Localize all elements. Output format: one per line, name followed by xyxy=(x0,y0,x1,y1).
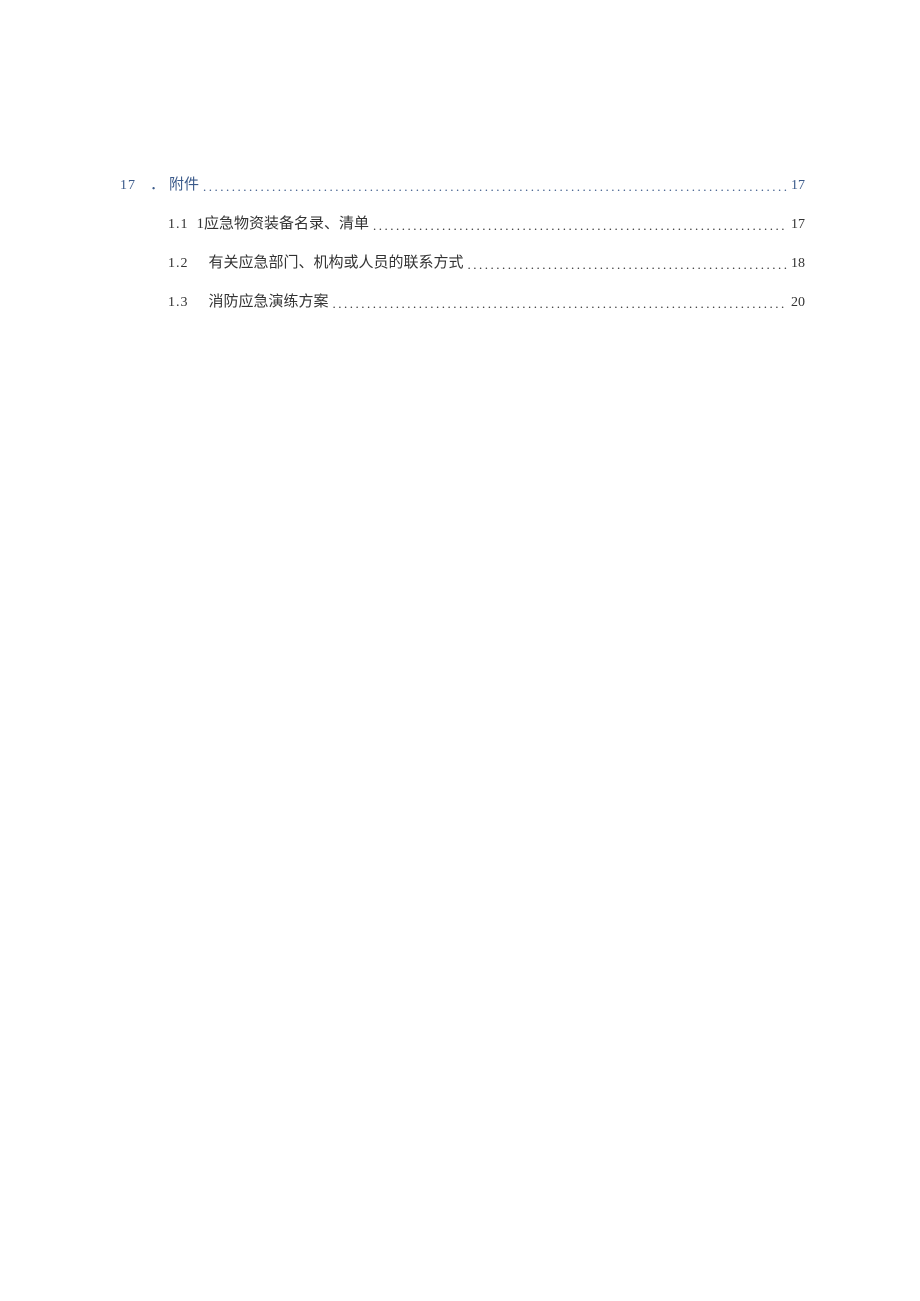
page-number: 20 xyxy=(791,290,805,315)
toc-entry-sub[interactable]: 1.3 消防应急演练方案 20 xyxy=(120,289,805,316)
toc-leader-dots xyxy=(333,292,787,315)
section-prefix: 1 xyxy=(197,211,205,238)
section-punct: ． xyxy=(150,172,165,199)
page-number: 17 xyxy=(791,212,805,237)
section-number: 1.2 xyxy=(168,251,189,276)
section-number: 1.3 xyxy=(168,290,189,315)
toc-entry-sub[interactable]: 1.2 有关应急部门、机构或人员的联系方式 18 xyxy=(120,250,805,277)
toc-leader-dots xyxy=(203,175,787,198)
section-number: 17 xyxy=(120,173,136,198)
section-title: 有关应急部门、机构或人员的联系方式 xyxy=(209,250,464,277)
document-page: 17 ． 附件 17 1.1 1 应急物资装备名录、清单 17 1.2 有关应急… xyxy=(0,0,920,316)
toc-leader-dots xyxy=(373,214,787,237)
section-title: 消防应急演练方案 xyxy=(209,289,329,316)
section-number: 1.1 xyxy=(168,212,189,237)
page-number: 18 xyxy=(791,251,805,276)
toc-entry-sub[interactable]: 1.1 1 应急物资装备名录、清单 17 xyxy=(120,211,805,238)
page-number: 17 xyxy=(791,173,805,198)
section-title: 应急物资装备名录、清单 xyxy=(204,211,369,238)
toc-entry-main[interactable]: 17 ． 附件 17 xyxy=(120,172,805,199)
section-title: 附件 xyxy=(169,172,199,199)
toc-leader-dots xyxy=(468,253,787,276)
